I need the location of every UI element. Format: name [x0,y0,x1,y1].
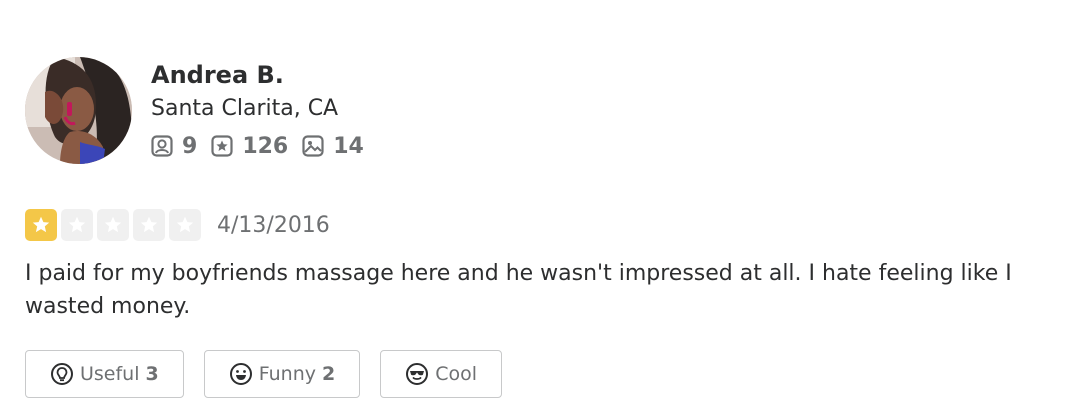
funny-count: 2 [322,363,336,385]
useful-count: 3 [145,363,159,385]
star-empty-icon [169,209,201,241]
friends-count: 9 [182,133,198,159]
lightbulb-icon [50,362,74,386]
useful-button[interactable]: Useful 3 [25,350,184,398]
reviewer-location: Santa Clarita, CA [151,96,339,121]
avatar[interactable] [25,57,132,164]
review-star-icon [211,135,233,157]
avatar-photo [25,57,132,164]
review-actions: Useful 3 Funny 2 Cool [25,350,1083,398]
rating-row: 4/13/2016 [25,207,1083,243]
smile-icon [229,362,253,386]
star-empty-icon [133,209,165,241]
photos-count: 14 [333,133,364,159]
reviews-count: 126 [242,133,289,159]
reviews-stat: 126 [211,134,288,159]
friends-stat: 9 [151,134,197,159]
star-empty-icon [61,209,93,241]
reviewer-stats: 9 126 14 [151,132,378,160]
reviewer-name[interactable]: Andrea B. [151,59,378,91]
sunglasses-icon [405,362,429,386]
star-rating [25,209,205,241]
star-empty-icon [97,209,129,241]
useful-label: Useful [80,363,140,385]
review-card: Andrea B. Santa Clarita, CA 9 126 14 4/1… [25,57,1083,398]
friends-icon [151,135,173,157]
star-filled-icon [25,209,57,241]
review-date: 4/13/2016 [217,212,330,238]
photo-icon [302,135,324,157]
photos-stat: 14 [302,134,364,159]
cool-button[interactable]: Cool [380,350,503,398]
reviewer-block: Andrea B. Santa Clarita, CA 9 126 14 [25,57,1083,164]
funny-label: Funny [258,363,317,385]
reviewer-info: Andrea B. Santa Clarita, CA 9 126 14 [151,59,378,160]
review-text: I paid for my boyfriends massage here an… [25,261,1012,319]
funny-button[interactable]: Funny 2 [203,350,361,398]
cool-label: Cool [435,363,478,385]
